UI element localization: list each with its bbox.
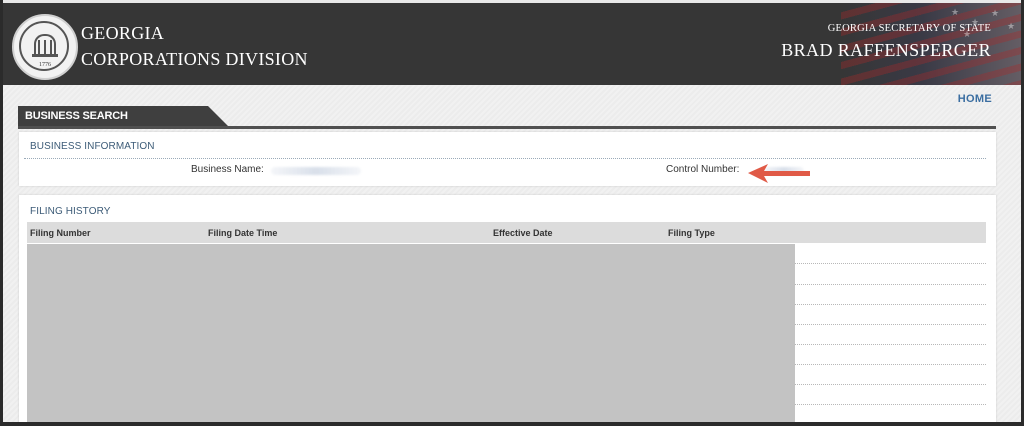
table-row-divider	[795, 384, 986, 385]
business-name-value-redacted	[271, 167, 361, 175]
header-title-line2: CORPORATIONS DIVISION	[81, 49, 308, 69]
column-filing-date-time[interactable]: Filing Date Time	[208, 228, 277, 238]
window-border-bottom	[0, 422, 1024, 426]
secretary-of-state-label: GEORGIA SECRETARY OF STATE	[827, 23, 991, 34]
tab-business-search[interactable]: BUSINESS SEARCH	[18, 106, 208, 126]
filing-history-rows-redacted	[27, 244, 795, 424]
filing-history-panel: FILING HISTORY Filing Number Filing Date…	[19, 195, 996, 426]
tab-underline	[18, 126, 996, 129]
table-row-divider	[795, 284, 986, 285]
window-border-left	[0, 0, 3, 426]
table-row-divider	[795, 263, 986, 264]
secretary-name: BRAD RAFFENSPERGER	[781, 40, 991, 60]
business-name-label: Business Name:	[191, 164, 264, 175]
home-link[interactable]: HOME	[958, 93, 992, 105]
control-number-label: Control Number:	[666, 164, 740, 175]
table-row-divider	[795, 304, 986, 305]
business-information-title: BUSINESS INFORMATION	[30, 141, 155, 152]
georgia-seal-logo: 1776	[12, 14, 78, 80]
filing-history-table-header: Filing Number Filing Date Time Effective…	[27, 222, 986, 243]
site-header: 1776 GEORGIA CORPORATIONS DIVISION ★ ★ ★…	[3, 3, 1021, 85]
filing-history-title: FILING HISTORY	[30, 206, 111, 217]
tab-slope	[208, 106, 228, 126]
table-row-divider	[795, 344, 986, 345]
red-arrow-annotation	[748, 164, 810, 183]
table-row-divider	[795, 324, 986, 325]
table-row-divider	[795, 364, 986, 365]
table-row-divider	[795, 404, 986, 405]
business-information-panel: BUSINESS INFORMATION Business Name: Cont…	[19, 132, 996, 186]
column-effective-date[interactable]: Effective Date	[493, 228, 553, 238]
header-title-line1: GEORGIA	[81, 23, 165, 43]
column-filing-number[interactable]: Filing Number	[30, 228, 91, 238]
column-filing-type[interactable]: Filing Type	[668, 228, 715, 238]
divider	[24, 158, 986, 159]
